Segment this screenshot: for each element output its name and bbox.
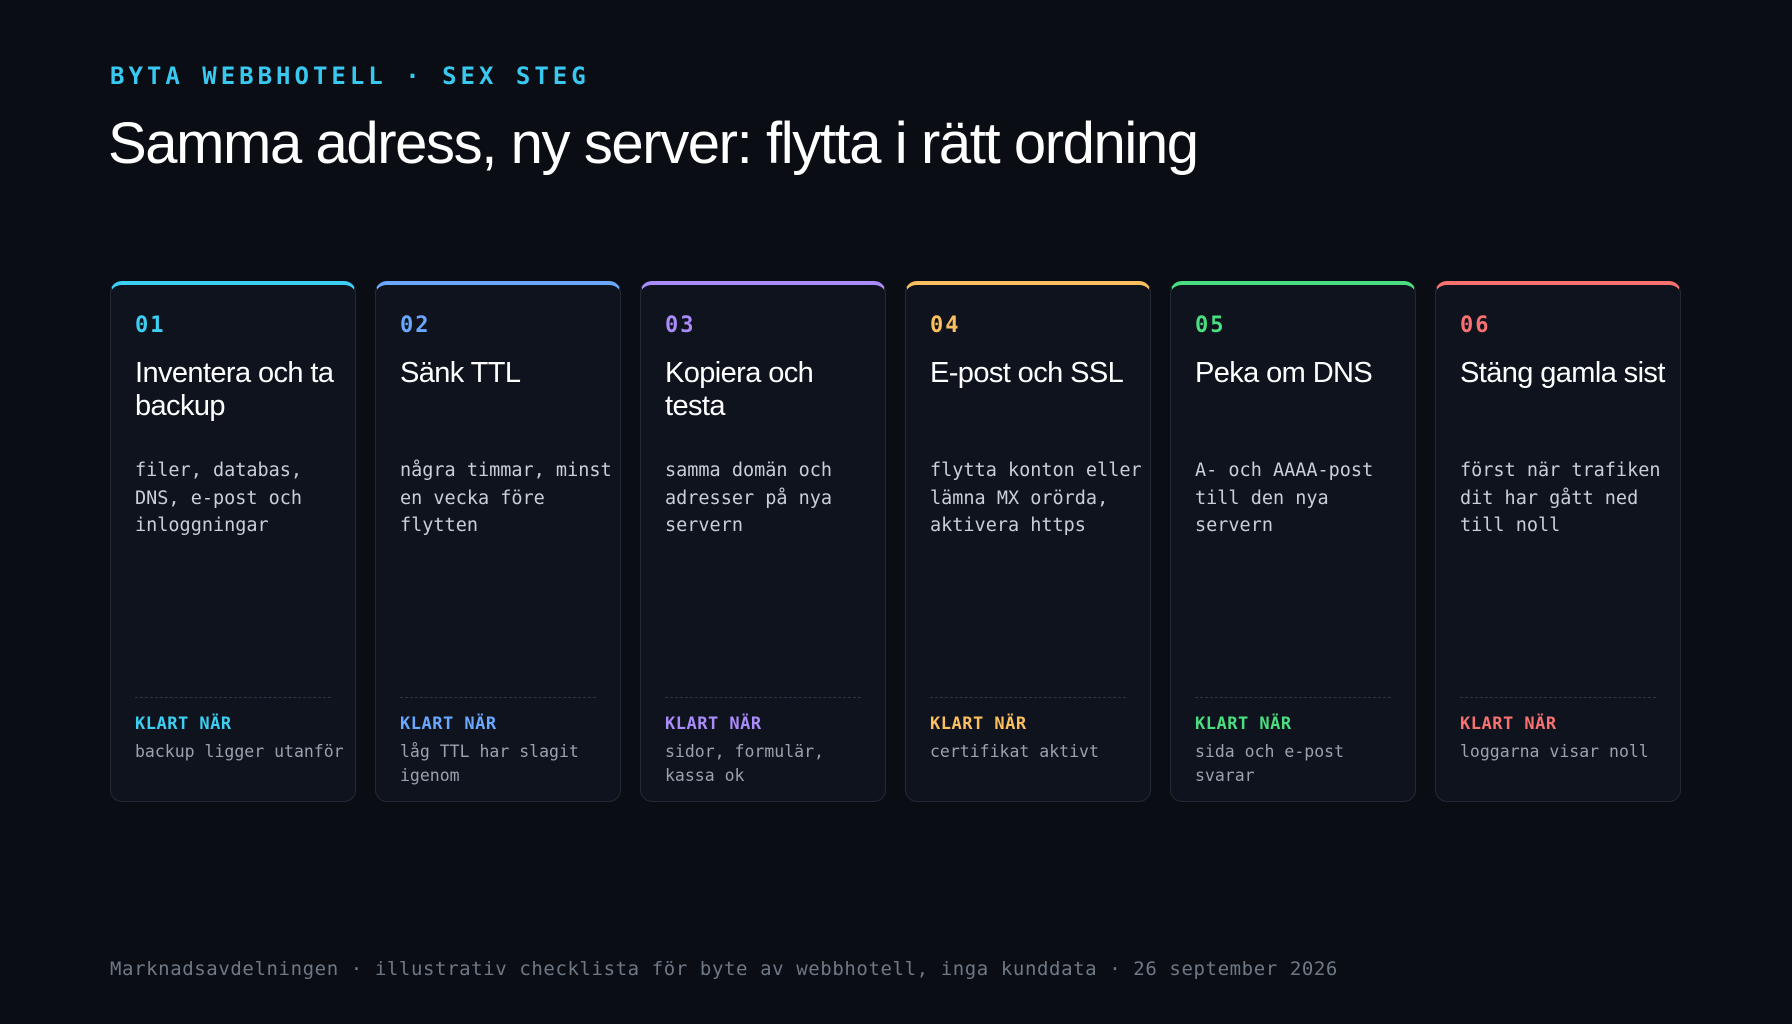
done-when-text: sidor, formulär, kassa ok bbox=[665, 742, 824, 785]
step-description: några timmar, minst en vecka före flytte… bbox=[400, 460, 612, 536]
step-title: Inventera och ta backup bbox=[135, 357, 334, 422]
step-title: E-post och SSL bbox=[930, 357, 1124, 389]
step-card: 01 Inventera och ta backup filer, databa… bbox=[110, 281, 356, 802]
done-when-label: KLART NÄR bbox=[930, 714, 1027, 734]
step-description: A- och AAAA-post till den nya servern bbox=[1195, 460, 1374, 536]
done-when-label: KLART NÄR bbox=[1195, 714, 1292, 734]
step-divider bbox=[665, 697, 861, 698]
done-when-text: backup ligger utanför bbox=[135, 742, 344, 761]
done-when-text: låg TTL har slagit igenom bbox=[400, 742, 579, 785]
done-when-text: loggarna visar noll bbox=[1460, 742, 1649, 761]
step-description: först när trafiken dit har gått ned till… bbox=[1460, 460, 1661, 536]
step-number: 03 bbox=[665, 313, 696, 338]
step-divider bbox=[135, 697, 331, 698]
done-when-label: KLART NÄR bbox=[135, 714, 232, 734]
done-when-text: sida och e-post svarar bbox=[1195, 742, 1345, 785]
step-title: Kopiera och testa bbox=[665, 357, 814, 422]
step-description: filer, databas, DNS, e-post och inloggni… bbox=[135, 460, 303, 536]
step-number: 05 bbox=[1195, 313, 1226, 338]
steps-row: 01 Inventera och ta backup filer, databa… bbox=[110, 281, 1682, 802]
step-title: Stäng gamla sist bbox=[1460, 357, 1665, 389]
step-number: 06 bbox=[1460, 313, 1491, 338]
step-card: 06 Stäng gamla sist först när trafiken d… bbox=[1435, 281, 1681, 802]
step-number: 04 bbox=[930, 313, 961, 338]
step-card: 04 E-post och SSL flytta konton eller lä… bbox=[905, 281, 1151, 802]
done-when-label: KLART NÄR bbox=[665, 714, 762, 734]
step-divider bbox=[1195, 697, 1391, 698]
done-when-text: certifikat aktivt bbox=[930, 742, 1099, 761]
step-card: 03 Kopiera och testa samma domän och adr… bbox=[640, 281, 886, 802]
step-number: 02 bbox=[400, 313, 431, 338]
step-divider bbox=[400, 697, 596, 698]
step-description: samma domän och adresser på nya servern bbox=[665, 460, 833, 536]
step-card: 05 Peka om DNS A- och AAAA-post till den… bbox=[1170, 281, 1416, 802]
done-when-label: KLART NÄR bbox=[400, 714, 497, 734]
footer-note: Marknadsavdelningen · illustrativ checkl… bbox=[110, 958, 1338, 980]
step-divider bbox=[1460, 697, 1656, 698]
step-number: 01 bbox=[135, 313, 166, 338]
step-title: Peka om DNS bbox=[1195, 357, 1373, 389]
page-title: Samma adress, ny server: flytta i rätt o… bbox=[108, 111, 1199, 176]
done-when-label: KLART NÄR bbox=[1460, 714, 1557, 734]
step-title: Sänk TTL bbox=[400, 357, 521, 389]
step-description: flytta konton eller lämna MX orörda, akt… bbox=[930, 460, 1142, 536]
eyebrow-label: BYTA WEBBHOTELL · SEX STEG bbox=[110, 62, 590, 90]
step-divider bbox=[930, 697, 1126, 698]
step-card: 02 Sänk TTL några timmar, minst en vecka… bbox=[375, 281, 621, 802]
